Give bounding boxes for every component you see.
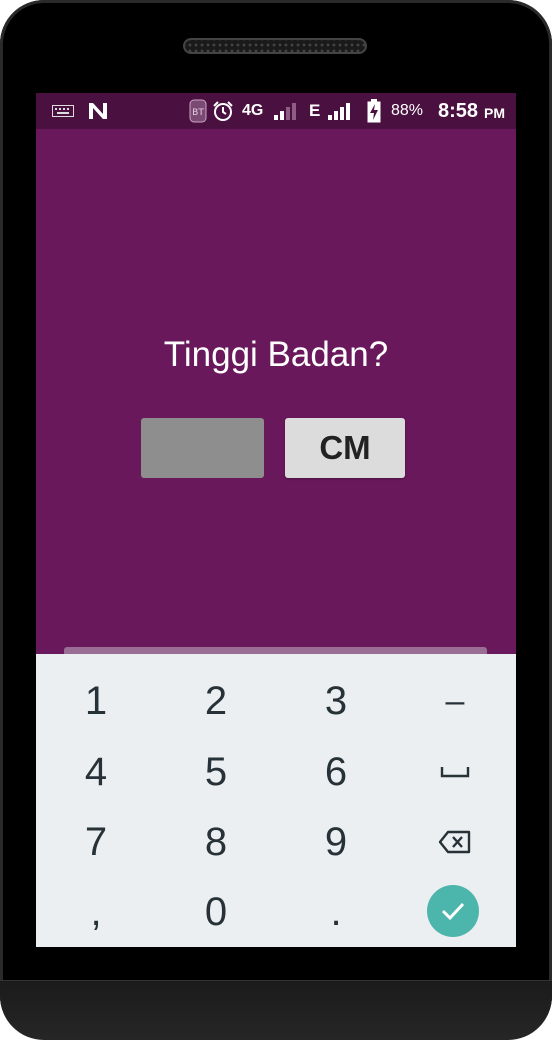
key-8[interactable]: 8 (156, 806, 276, 878)
keyboard-icon (52, 93, 74, 129)
status-bar: BT 4G E 88% 8:58 PM (36, 93, 516, 129)
key-minus[interactable]: – (395, 665, 515, 737)
key-comma[interactable]: , (36, 876, 156, 947)
key-0[interactable]: 0 (156, 876, 276, 947)
unit-button[interactable]: CM (285, 418, 405, 478)
key-9[interactable]: 9 (276, 806, 396, 878)
network-4g-label: 4G (242, 102, 264, 119)
svg-text:BT: BT (192, 108, 204, 118)
key-4[interactable]: 4 (36, 736, 156, 808)
page-title: Tinggi Badan? (163, 335, 389, 374)
space-icon (440, 767, 470, 778)
signal-icon (326, 93, 354, 129)
key-2[interactable]: 2 (156, 665, 276, 737)
key-7[interactable]: 7 (36, 806, 156, 878)
key-space[interactable] (395, 736, 515, 808)
key-5[interactable]: 5 (156, 736, 276, 808)
speaker-grille (183, 38, 367, 54)
phone-chin (0, 980, 552, 1040)
height-input[interactable] (141, 418, 264, 478)
status-time: 8:58 (438, 99, 479, 122)
signal-icon (272, 93, 300, 129)
n-icon (87, 93, 109, 129)
screen: BT 4G E 88% 8:58 PM Tinggi Badan? CM 1 2… (36, 93, 516, 947)
key-backspace[interactable] (395, 806, 515, 878)
numeric-keyboard: 1 2 3 – 4 5 6 7 8 9 , 0 . (36, 654, 516, 947)
key-period[interactable]: . (276, 876, 396, 947)
checkmark-icon (441, 902, 465, 921)
done-button[interactable] (427, 885, 479, 937)
alarm-icon (212, 93, 234, 129)
battery-charging-icon (367, 93, 381, 129)
status-ampm: PM (484, 105, 505, 121)
key-done[interactable] (393, 875, 513, 947)
network-e-label: E (309, 101, 321, 120)
phone-frame: BT 4G E 88% 8:58 PM Tinggi Badan? CM 1 2… (0, 0, 552, 1040)
battery-percent: 88% (391, 102, 424, 119)
key-3[interactable]: 3 (276, 665, 396, 737)
bt-icon: BT (189, 93, 207, 129)
key-1[interactable]: 1 (36, 665, 156, 737)
backspace-icon (438, 830, 471, 854)
key-6[interactable]: 6 (276, 736, 396, 808)
